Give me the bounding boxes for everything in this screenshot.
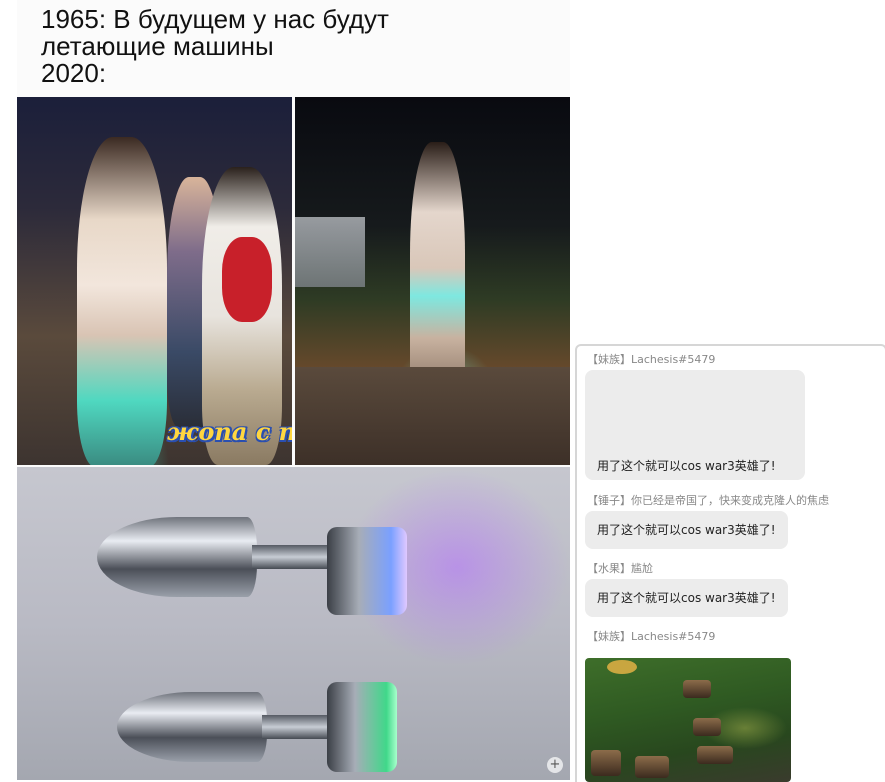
plug-top-neck bbox=[252, 545, 332, 569]
backpack bbox=[222, 237, 272, 322]
photo-neon-shorts-left: жопа с подсветкой bbox=[17, 97, 292, 465]
message-author: 【锤子】你已经是帝国了，快来变成克隆人的焦虑 bbox=[587, 494, 829, 507]
message-image[interactable] bbox=[585, 658, 791, 782]
message-text: 用了这个就可以cos war3英雄了! bbox=[597, 523, 776, 537]
glowing-base bbox=[607, 660, 637, 674]
game-unit bbox=[683, 680, 711, 698]
message-text: 用了这个就可以cos war3英雄了! bbox=[597, 459, 776, 473]
message-author: 【妹族】Lachesis#5479 bbox=[587, 630, 716, 643]
photo-led-plugs bbox=[17, 467, 570, 780]
overlay-caption: жопа с подсветкой bbox=[167, 417, 292, 446]
message-author: 【妹族】Lachesis#5479 bbox=[587, 353, 716, 366]
meme-image: 1965: В будущем у нас будут летающие маш… bbox=[17, 0, 570, 780]
person-figure bbox=[77, 137, 167, 465]
plug-top-cap bbox=[327, 527, 407, 615]
photo-neon-shorts-right bbox=[295, 97, 570, 465]
game-unit bbox=[635, 756, 669, 778]
message-bubble: 用了这个就可以cos war3英雄了! bbox=[585, 511, 788, 549]
plug-bottom-neck bbox=[262, 715, 332, 739]
message-bubble: 用了这个就可以cos war3英雄了! bbox=[585, 370, 805, 480]
message-text: 用了这个就可以cos war3英雄了! bbox=[597, 591, 776, 605]
game-unit bbox=[697, 746, 733, 764]
plug-top bbox=[97, 517, 257, 597]
game-unit bbox=[591, 750, 621, 776]
cruise-ship bbox=[295, 217, 365, 287]
message-bubble: 用了这个就可以cos war3英雄了! bbox=[585, 579, 788, 617]
message-author: 【水果】尴尬 bbox=[587, 562, 653, 575]
game-unit bbox=[693, 718, 721, 736]
plug-bottom-cap bbox=[327, 682, 397, 772]
chat-panel: 【妹族】Lachesis#5479 用了这个就可以cos war3英雄了! 【锤… bbox=[575, 344, 885, 782]
zoom-icon[interactable]: + bbox=[547, 757, 563, 773]
meme-caption: 1965: В будущем у нас будут летающие маш… bbox=[41, 4, 389, 88]
plug-bottom bbox=[117, 692, 267, 762]
stone-steps bbox=[295, 367, 570, 465]
